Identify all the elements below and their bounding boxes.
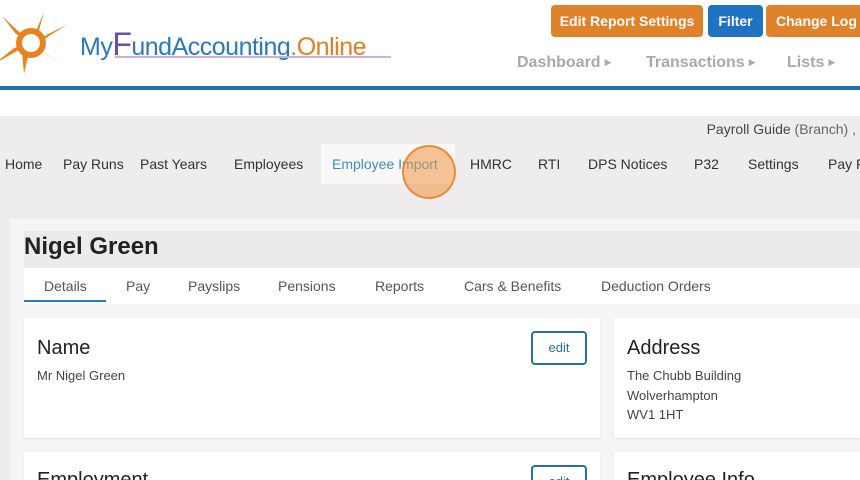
employment-card-title: Employment <box>37 469 149 480</box>
payroll-nav-past-years[interactable]: Past Years <box>140 156 207 172</box>
payroll-nav-rti[interactable]: RTI <box>538 156 560 172</box>
payroll-nav-employees[interactable]: Employees <box>234 156 303 172</box>
top-nav-transactions-label: Transactions <box>646 54 745 71</box>
name-edit-button[interactable]: edit <box>531 331 587 365</box>
payroll-nav-pay-f[interactable]: Pay F <box>828 156 860 172</box>
right-caret-icon: ▶ <box>828 57 836 67</box>
branch-suffix: (Branch) , <box>794 121 856 137</box>
payroll-nav-settings[interactable]: Settings <box>748 156 799 172</box>
tab-deduction-orders[interactable]: Deduction Orders <box>601 278 711 294</box>
payroll-nav-dps-notices[interactable]: DPS Notices <box>588 156 667 172</box>
branch-label: Payroll Guide (Branch) , <box>707 121 856 137</box>
filter-button[interactable]: Filter <box>708 5 763 37</box>
top-nav-transactions[interactable]: Transactions ▶ <box>646 54 756 72</box>
top-nav-dashboard-label: Dashboard <box>517 54 601 71</box>
right-caret-icon: ▶ <box>748 57 756 67</box>
payroll-nav-home[interactable]: Home <box>5 156 42 172</box>
edit-report-settings-button[interactable]: Edit Report Settings <box>551 5 703 37</box>
click-indicator <box>402 145 456 199</box>
employee-info-card-title: Employee Info <box>627 469 755 480</box>
address-card-title: Address <box>627 337 701 359</box>
top-nav-dashboard[interactable]: Dashboard ▶ <box>517 54 612 72</box>
address-line-1: The Chubb Building <box>627 368 742 383</box>
payroll-nav-p32[interactable]: P32 <box>694 156 719 172</box>
tab-pensions[interactable]: Pensions <box>278 278 336 294</box>
app-header: MyFundAccounting.Online Edit Report Sett… <box>0 0 860 87</box>
name-card-title: Name <box>37 337 91 359</box>
header-divider <box>0 86 860 90</box>
change-log-button[interactable]: Change Log <box>766 5 860 37</box>
branch-name: Payroll Guide <box>706 121 791 137</box>
sun-logo-icon[interactable] <box>0 12 68 74</box>
address-postcode: WV1 1HT <box>627 407 684 422</box>
top-nav-lists[interactable]: Lists ▶ <box>787 54 835 72</box>
payroll-nav-pay-runs[interactable]: Pay Runs <box>63 156 124 172</box>
active-tab-indicator <box>24 300 106 302</box>
tab-details[interactable]: Details <box>44 278 87 294</box>
tab-pay[interactable]: Pay <box>126 278 150 294</box>
top-nav-lists-label: Lists <box>787 54 825 71</box>
address-line-2: Wolverhampton <box>627 388 718 403</box>
logo-my: My <box>80 33 113 61</box>
payroll-nav-hmrc[interactable]: HMRC <box>470 156 512 172</box>
logo-underline <box>115 56 391 58</box>
right-caret-icon: ▶ <box>604 57 612 67</box>
employee-full-name: Mr Nigel Green <box>37 368 126 383</box>
tab-cars-benefits[interactable]: Cars & Benefits <box>464 278 561 294</box>
tab-reports[interactable]: Reports <box>375 278 424 294</box>
employment-edit-button[interactable]: edit <box>531 465 587 480</box>
tab-payslips[interactable]: Payslips <box>188 278 240 294</box>
employee-name: Nigel Green <box>24 233 159 260</box>
